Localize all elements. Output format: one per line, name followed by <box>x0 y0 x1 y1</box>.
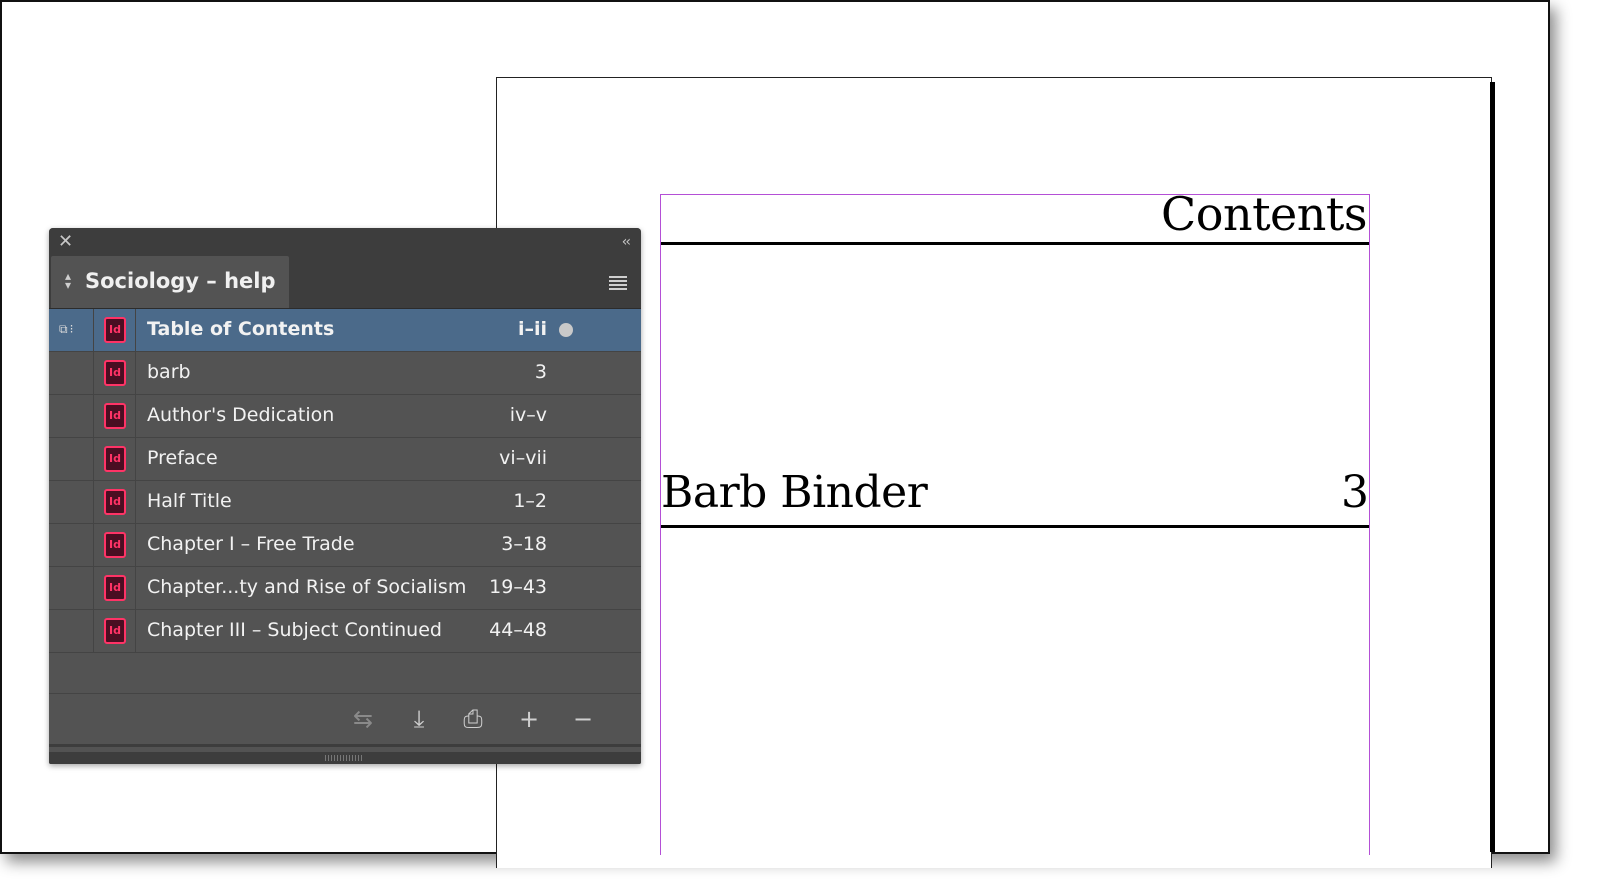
document-name: Half Title <box>147 490 232 512</box>
document-open-icon <box>559 323 573 337</box>
book-panel: ✕ ‹‹ ▴ ▾ Sociology – help ⧉⁝ Id Table of … <box>49 228 641 764</box>
heading-rule <box>661 242 1369 245</box>
row-gutter <box>49 524 94 566</box>
indesign-doc-icon: Id <box>104 532 126 558</box>
list-item[interactable]: Id Preface vi–vii <box>49 438 641 481</box>
tab-expand-icon[interactable]: ▴ ▾ <box>63 270 73 291</box>
document-name: Chapter I – Free Trade <box>147 533 355 555</box>
synchronize-icon[interactable]: ⇆ <box>347 704 379 734</box>
panel-menu-icon[interactable] <box>609 276 627 290</box>
document-pages: 1–2 <box>513 490 547 512</box>
indesign-doc-icon: Id <box>104 317 126 343</box>
document-pages: 19–43 <box>489 576 547 598</box>
document-pages: i–ii <box>517 318 547 340</box>
document-pages: iv–v <box>509 404 547 426</box>
row-gutter <box>49 481 94 523</box>
document-name: Preface <box>147 447 218 469</box>
document-pages: 44–48 <box>489 619 547 641</box>
text-frame[interactable]: Contents Barb Binder 3 <box>660 187 1370 855</box>
list-item[interactable]: Id Chapter...ty and Rise of Socialism 19… <box>49 567 641 610</box>
list-item[interactable]: Id Chapter I – Free Trade 3–18 <box>49 524 641 567</box>
document-name: Author's Dedication <box>147 404 335 426</box>
toc-entry-title[interactable]: Barb Binder <box>661 467 928 518</box>
document-name: barb <box>147 361 191 383</box>
document-name: Table of Contents <box>147 318 335 340</box>
list-item[interactable]: ⧉⁝ Id Table of Contents i–ii <box>49 309 641 352</box>
panel-tab-bar: ▴ ▾ Sociology – help <box>49 256 641 309</box>
document-pages: 3 <box>534 361 547 383</box>
row-separator <box>135 610 136 652</box>
document-pages: 3–18 <box>501 533 547 555</box>
row-separator <box>135 438 136 480</box>
list-item[interactable]: Id Author's Dedication iv–v <box>49 395 641 438</box>
toc-entry-page-number[interactable]: 3 <box>1341 467 1369 518</box>
close-icon[interactable]: ✕ <box>58 232 73 252</box>
row-gutter <box>49 610 94 652</box>
row-gutter: ⧉⁝ <box>49 309 94 351</box>
panel-resize-grip[interactable] <box>49 752 641 764</box>
document-pages: vi–vii <box>499 447 547 469</box>
row-gutter <box>49 438 94 480</box>
page-shadow <box>1490 82 1495 852</box>
list-item[interactable]: Id barb 3 <box>49 352 641 395</box>
row-separator <box>135 524 136 566</box>
entry-rule <box>661 525 1369 528</box>
book-title: Sociology – help <box>85 269 276 293</box>
indesign-doc-icon: Id <box>104 403 126 429</box>
style-source-icon: ⧉⁝ <box>59 322 76 336</box>
tab-book[interactable]: ▴ ▾ Sociology – help <box>51 256 289 308</box>
row-separator <box>135 395 136 437</box>
row-separator <box>135 567 136 609</box>
list-item[interactable]: Id Half Title 1–2 <box>49 481 641 524</box>
row-gutter <box>49 352 94 394</box>
remove-document-icon[interactable]: − <box>567 704 599 734</box>
document-name: Chapter III – Subject Continued <box>147 619 442 641</box>
panel-footer: ⇆ ⤓ ⎙ + − <box>49 694 641 747</box>
indesign-doc-icon: Id <box>104 489 126 515</box>
toc-heading[interactable]: Contents <box>1161 187 1367 241</box>
book-document-list: ⧉⁝ Id Table of Contents i–ii Id barb 3 I… <box>49 309 641 653</box>
add-document-icon[interactable]: + <box>513 704 545 734</box>
document-name: Chapter...ty and Rise of Socialism <box>147 576 467 598</box>
row-separator <box>135 309 136 351</box>
indesign-doc-icon: Id <box>104 618 126 644</box>
collapse-icon[interactable]: ‹‹ <box>622 232 631 252</box>
row-separator <box>135 352 136 394</box>
panel-title-bar[interactable]: ✕ ‹‹ <box>49 228 641 256</box>
row-gutter <box>49 395 94 437</box>
row-separator <box>135 481 136 523</box>
indesign-doc-icon: Id <box>104 360 126 386</box>
print-book-icon[interactable]: ⎙ <box>457 704 489 734</box>
row-gutter <box>49 567 94 609</box>
indesign-doc-icon: Id <box>104 575 126 601</box>
list-empty-area[interactable] <box>49 653 641 694</box>
indesign-doc-icon: Id <box>104 446 126 472</box>
list-item[interactable]: Id Chapter III – Subject Continued 44–48 <box>49 610 641 653</box>
save-book-icon[interactable]: ⤓ <box>403 704 435 734</box>
